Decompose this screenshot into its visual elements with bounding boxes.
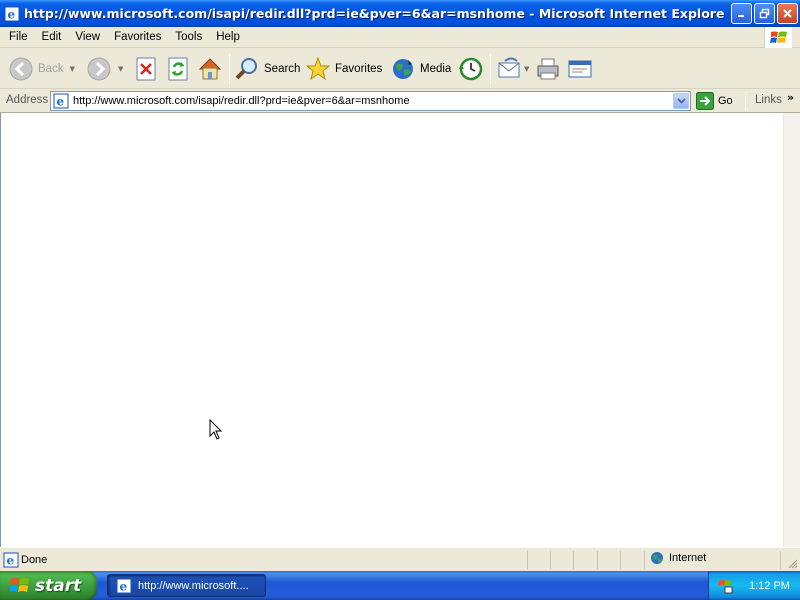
refresh-button[interactable] (167, 48, 189, 89)
history-clock-icon (459, 57, 483, 80)
chevron-more-icon[interactable]: » (787, 91, 794, 104)
internet-globe-icon (651, 552, 663, 564)
status-pane (527, 551, 528, 569)
printer-icon (537, 58, 559, 79)
search-button[interactable]: Search (234, 48, 300, 89)
close-button[interactable] (777, 3, 798, 24)
standard-toolbar: Back ▼ ▼ Search Favorites Media ▼ (0, 48, 800, 89)
mail-button[interactable]: ▼ (497, 48, 529, 89)
address-separator (745, 92, 746, 110)
ie-icon: e (4, 6, 20, 22)
network-tray-icon[interactable] (717, 578, 733, 594)
mail-dropdown-icon[interactable]: ▼ (524, 65, 529, 73)
windows-logo-icon (764, 27, 792, 48)
media-button[interactable]: Media (390, 48, 451, 89)
address-url: http://www.microsoft.com/isapi/redir.dll… (73, 95, 410, 107)
menu-view[interactable]: View (68, 28, 107, 47)
svg-text:e: e (57, 95, 65, 109)
resize-grip-icon[interactable] (786, 557, 798, 569)
start-label: start (35, 575, 82, 596)
window-title: http://www.microsoft.com/isapi/redir.dll… (24, 6, 724, 21)
search-icon (235, 57, 257, 79)
svg-text:e: e (120, 579, 128, 593)
status-text: Done (21, 554, 48, 566)
back-dropdown-icon[interactable]: ▼ (70, 65, 75, 73)
menu-file[interactable]: File (2, 28, 35, 47)
back-label: Back (38, 62, 64, 75)
menu-tools[interactable]: Tools (168, 28, 209, 47)
toolbar-separator (229, 54, 230, 84)
forward-button[interactable]: ▼ (86, 48, 123, 89)
status-pane (573, 551, 574, 569)
menu-bar: File Edit View Favorites Tools Help (0, 27, 800, 48)
media-globe-icon (393, 58, 413, 79)
forward-arrow-icon (87, 57, 111, 80)
favorites-button[interactable]: Favorites (305, 48, 382, 89)
page-ie-icon: e (53, 93, 69, 109)
taskbar-item-ie[interactable]: e http://www.microsoft.... (107, 574, 266, 597)
status-pane (597, 551, 598, 569)
go-button[interactable]: Go (696, 91, 733, 111)
address-label: Address (6, 94, 49, 106)
menu-favorites[interactable]: Favorites (107, 28, 168, 47)
address-input[interactable]: e http://www.microsoft.com/isapi/redir.d… (50, 91, 691, 111)
favorites-label: Favorites (335, 62, 383, 75)
status-pane (780, 551, 781, 569)
svg-text:e: e (8, 7, 16, 21)
home-icon (198, 57, 222, 79)
zone-label: Internet (669, 552, 707, 564)
forward-dropdown-icon[interactable]: ▼ (118, 65, 123, 73)
back-button[interactable]: Back ▼ (8, 48, 75, 89)
status-pane (550, 551, 551, 569)
stop-icon (136, 57, 156, 80)
start-button[interactable]: start (0, 571, 97, 600)
mail-envelope-icon (498, 57, 520, 77)
chevron-down-icon (676, 98, 686, 104)
favorites-star-icon (305, 56, 331, 80)
minimize-button[interactable] (731, 3, 752, 24)
clock: 1:12 PM (749, 579, 790, 592)
home-button[interactable] (197, 48, 223, 89)
address-dropdown-button[interactable] (673, 93, 689, 109)
back-arrow-icon (9, 57, 33, 80)
menu-edit[interactable]: Edit (35, 28, 69, 47)
stop-button[interactable] (135, 48, 157, 89)
restore-icon (759, 8, 770, 19)
page-done-icon: e (3, 552, 19, 568)
address-bar: Address e http://www.microsoft.com/isapi… (0, 89, 800, 113)
svg-text:e: e (7, 554, 15, 568)
edit-page-icon (568, 60, 592, 77)
status-pane (644, 551, 645, 569)
system-tray: 1:12 PM (708, 571, 800, 600)
links-toolbar[interactable]: Links (755, 94, 782, 106)
go-label: Go (718, 95, 733, 107)
media-label: Media (420, 62, 452, 75)
history-button[interactable] (458, 48, 484, 89)
print-button[interactable] (535, 48, 561, 89)
edit-button[interactable] (567, 48, 593, 89)
title-bar[interactable]: e http://www.microsoft.com/isapi/redir.d… (0, 0, 800, 27)
security-zone: Internet (650, 551, 706, 565)
minimize-icon (738, 15, 744, 17)
status-pane (620, 551, 621, 569)
vertical-scrollbar[interactable] (783, 113, 800, 547)
taskbar: start e http://www.microsoft.... 1:12 PM (0, 571, 800, 600)
page-content[interactable] (0, 113, 783, 547)
status-bar: e Done Internet (0, 547, 800, 571)
taskbar-item-label: http://www.microsoft.... (138, 579, 249, 592)
mouse-cursor-icon (209, 419, 223, 440)
go-arrow-icon (696, 92, 714, 110)
ie-icon: e (116, 578, 132, 593)
close-icon (783, 9, 792, 18)
restore-button[interactable] (754, 3, 775, 24)
menu-help[interactable]: Help (209, 28, 247, 47)
toolbar-separator (490, 54, 491, 84)
refresh-icon (168, 57, 188, 80)
search-label: Search (264, 62, 301, 75)
windows-logo-icon (10, 577, 29, 592)
